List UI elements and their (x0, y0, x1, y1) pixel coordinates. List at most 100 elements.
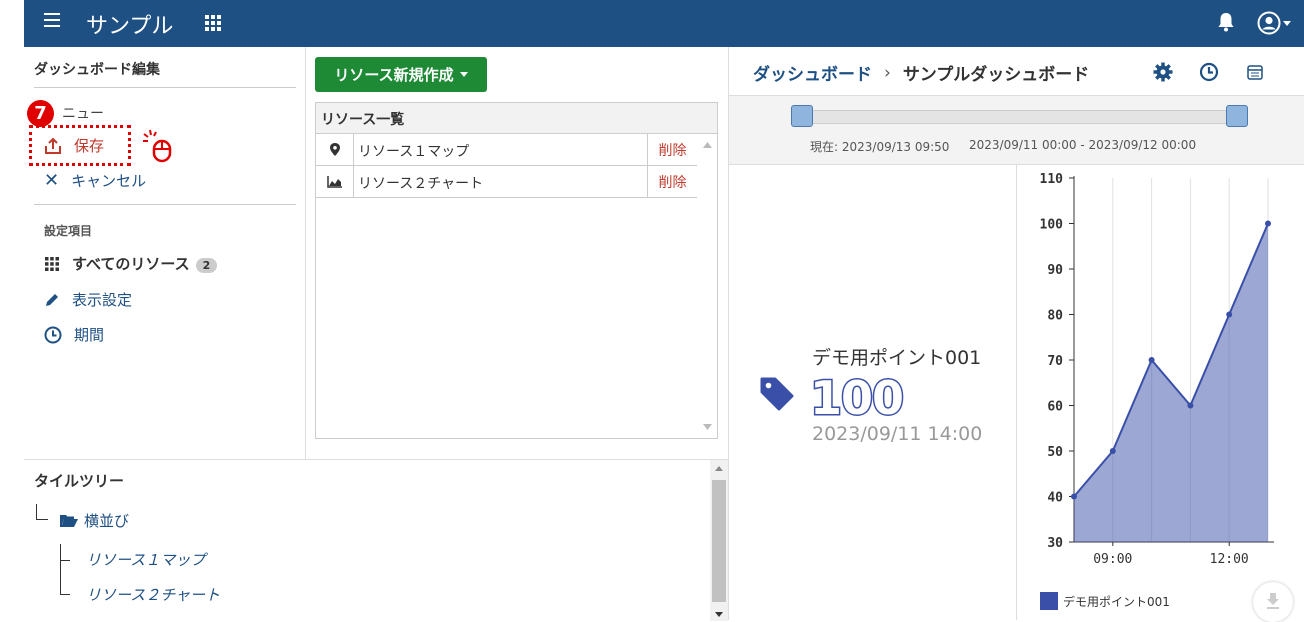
scroll-up-arrow-icon[interactable] (715, 466, 723, 471)
scrollbar-thumb[interactable] (712, 480, 726, 602)
hamburger-menu-icon[interactable] (44, 13, 60, 27)
tree-folder-label: 横並び (84, 512, 130, 530)
y-tick-label: 70 (1047, 354, 1063, 369)
tile-timestamp: 2023/09/11 14:00 (812, 423, 983, 445)
create-resource-label: リソース新規作成 (334, 66, 454, 84)
tile-tree-title: タイルツリー (34, 472, 125, 490)
y-tick-label: 30 (1047, 536, 1063, 551)
breadcrumb: ダッシュボード › サンプルダッシュボード (753, 60, 1090, 86)
sidebar-item-display-settings[interactable]: 表示設定 (44, 289, 132, 310)
resource-name: リソース１マップ (358, 144, 470, 160)
folder-open-icon (60, 514, 78, 527)
list-scrollbar[interactable] (698, 134, 717, 438)
y-tick-label: 40 (1047, 491, 1063, 506)
apps-grid-icon[interactable] (205, 15, 221, 31)
tree-connector (36, 504, 37, 520)
download-button[interactable] (1253, 582, 1293, 622)
close-icon: ✕ (44, 170, 60, 191)
user-account-icon[interactable] (1257, 11, 1281, 35)
legend-swatch (1040, 592, 1058, 610)
cancel-label: キャンセル (71, 172, 147, 190)
chart-legend: デモ用ポイント001 (1040, 592, 1170, 610)
resource-count-badge: 2 (195, 258, 218, 273)
y-tick-label: 90 (1047, 263, 1063, 278)
tree-connector (36, 519, 48, 520)
data-point (1226, 311, 1233, 318)
map-marker-icon (316, 134, 354, 165)
calendar-icon[interactable] (1247, 64, 1263, 80)
top-navbar: サンプル (24, 0, 1304, 47)
step-number-badge: 7 (27, 100, 54, 127)
tile-point-name: デモ用ポイント001 (812, 347, 982, 369)
user-menu-caret-icon[interactable] (1283, 21, 1291, 26)
menu-section-label: ニュー (62, 106, 104, 122)
settings-section-label: 設定項目 (44, 224, 93, 238)
create-resource-button[interactable]: リソース新規作成 (315, 57, 487, 92)
edit-panel-title: ダッシュボード編集 (34, 62, 160, 78)
chevron-down-icon (459, 72, 468, 77)
breadcrumb-link-dashboard[interactable]: ダッシュボード (753, 60, 872, 85)
tree-item[interactable]: リソース１マップ (86, 549, 205, 570)
gear-icon[interactable] (1153, 62, 1173, 82)
slider-handle-start[interactable] (791, 105, 813, 127)
bell-icon[interactable] (1217, 12, 1235, 32)
save-highlight-box (29, 125, 131, 166)
area-chart-icon (316, 166, 354, 197)
resource-row[interactable]: リソース１マップ 削除 (316, 134, 697, 166)
breadcrumb-current: サンプルダッシュボード (902, 65, 1090, 85)
data-point (1109, 448, 1116, 454)
range-text: 2023/09/11 00:00 - 2023/09/12 00:00 (969, 138, 1197, 152)
y-tick-label: 110 (1040, 172, 1064, 187)
app-title: サンプル (86, 14, 174, 39)
current-time-text: 現在: 2023/09/13 09:50 (810, 140, 950, 154)
y-tick-label: 80 (1047, 309, 1063, 324)
tree-connector (60, 594, 70, 595)
scroll-up-arrow-icon[interactable] (703, 142, 712, 148)
y-tick-label: 60 (1047, 400, 1063, 415)
data-point (1265, 220, 1271, 227)
resource-list-title: リソース一覧 (316, 103, 717, 134)
y-tick-label: 100 (1040, 218, 1064, 233)
x-tick-label: 12:00 (1210, 552, 1249, 567)
delete-button[interactable]: 削除 (647, 166, 697, 197)
area-chart: 30 40 50 60 70 80 90 100 110 09:00 12:00 (1040, 172, 1274, 567)
mouse-click-icon (143, 129, 172, 163)
resource-list-panel: リソース一覧 リソース１マップ 削除 リソース２チャート 削除 (315, 102, 718, 439)
value-tile: デモ用ポイント001 100 2023/09/11 14:00 (730, 165, 1017, 620)
resource-row[interactable]: リソース２チャート 削除 (316, 166, 697, 198)
resource-name: リソース２チャート (358, 176, 484, 192)
sidebar-item-period[interactable]: 期間 (44, 324, 104, 345)
period-label: 期間 (74, 326, 105, 344)
history-clock-icon[interactable] (1199, 62, 1219, 82)
cancel-button[interactable]: ✕ キャンセル (44, 170, 146, 191)
clock-icon (44, 326, 62, 343)
sidebar-item-all-resources[interactable]: すべてのリソース 2 (44, 253, 218, 274)
data-point (1071, 493, 1077, 500)
dashboard-edit-panel: ダッシュボード編集 ニュー 保存 ✕ キャンセル 設定項目 すべてのリソース 2 … (24, 47, 306, 460)
tile-value: 100 (808, 370, 905, 427)
scroll-down-arrow-icon[interactable] (703, 424, 712, 430)
data-point (1148, 357, 1155, 363)
legend-label: デモ用ポイント001 (1063, 594, 1170, 609)
tree-item[interactable]: リソース２チャート (86, 584, 220, 605)
scroll-down-arrow-icon[interactable] (715, 612, 723, 617)
y-tick-label: 50 (1047, 445, 1063, 460)
tree-connector (60, 544, 61, 594)
divider (34, 204, 296, 205)
grid-icon (45, 256, 59, 271)
display-settings-label: 表示設定 (72, 291, 133, 309)
divider (34, 87, 296, 88)
delete-button[interactable]: 削除 (647, 134, 697, 165)
all-resources-label: すべてのリソース (72, 255, 190, 273)
download-icon (1267, 593, 1279, 609)
data-point (1187, 402, 1194, 409)
x-tick-label: 09:00 (1093, 552, 1132, 567)
tree-connector (60, 560, 70, 561)
slider-handle-end[interactable] (1226, 105, 1248, 127)
tree-scrollbar[interactable] (710, 460, 728, 621)
pencil-icon (46, 293, 58, 306)
tree-folder[interactable]: 横並び (60, 510, 129, 531)
breadcrumb-separator: › (884, 62, 891, 83)
slider-track[interactable] (802, 110, 1236, 124)
tag-icon (760, 377, 794, 411)
